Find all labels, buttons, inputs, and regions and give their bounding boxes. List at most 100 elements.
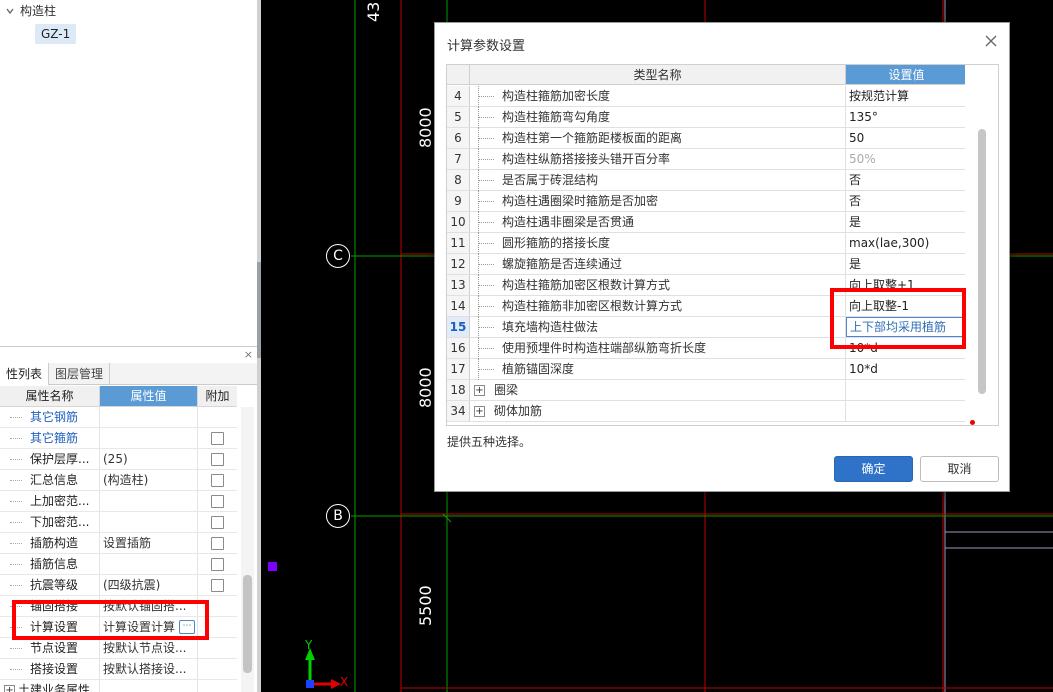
extra-checkbox[interactable] [211, 473, 224, 487]
param-value[interactable]: 135° [846, 107, 967, 127]
row-number[interactable]: 7 [447, 149, 470, 169]
property-value[interactable]: 按默认搭接设... [100, 659, 198, 679]
params-row[interactable]: 8 是否属于砖混结构 否 [447, 170, 967, 191]
property-row[interactable]: 下加密范... [0, 512, 237, 533]
header-extra[interactable]: 附加 [198, 386, 237, 406]
expand-icon[interactable]: + [474, 385, 485, 396]
property-value[interactable] [100, 680, 198, 692]
property-row[interactable]: 其它钢筋 [0, 407, 237, 428]
property-scrollbar-thumb[interactable] [243, 575, 252, 673]
property-name: 节点设置 [0, 638, 100, 658]
param-value[interactable]: 是 [846, 254, 967, 274]
property-row[interactable]: 插筋信息 [0, 554, 237, 575]
params-row[interactable]: 11 圆形箍筋的搭接长度 max(lae,300) [447, 233, 967, 254]
param-value[interactable]: 是 [846, 212, 967, 232]
property-value-label: (25) [103, 452, 128, 466]
params-row[interactable]: 12 螺旋箍筋是否连续通过 是 [447, 254, 967, 275]
row-number[interactable]: 13 [447, 275, 470, 295]
row-number[interactable]: 18 [447, 380, 470, 400]
extra-checkbox[interactable] [211, 536, 224, 550]
property-row[interactable]: + 土建业务属性 [0, 680, 237, 692]
param-name-label: 构造柱箍筋弯勾角度 [502, 110, 611, 124]
row-number[interactable]: 17 [447, 359, 470, 379]
header-property-name[interactable]: 属性名称 [0, 386, 100, 406]
property-value[interactable] [100, 512, 198, 532]
param-value[interactable] [846, 380, 967, 400]
extra-checkbox[interactable] [211, 578, 224, 592]
dialog-hint: 提供五种选择。 [447, 435, 532, 449]
tab-layer-management[interactable]: 图层管理 [49, 363, 111, 385]
params-row[interactable]: 4 构造柱箍筋加密长度 按规范计算 [447, 86, 967, 107]
chevron-down-icon[interactable] [4, 5, 16, 17]
row-number[interactable]: 10 [447, 212, 470, 232]
header-setting-value[interactable]: 设置值 [846, 65, 967, 84]
row-number[interactable]: 11 [447, 233, 470, 253]
property-value[interactable] [100, 428, 198, 448]
property-value[interactable]: 按默认节点设... [100, 638, 198, 658]
property-row[interactable]: 节点设置 按默认节点设... [0, 638, 237, 659]
row-number[interactable]: 8 [447, 170, 470, 190]
params-row[interactable]: 34 + 砌体加筋 [447, 401, 967, 422]
tree-leaf-gz-1[interactable]: GZ-1 [35, 24, 77, 44]
property-row[interactable]: 汇总信息 (构造柱) [0, 470, 237, 491]
param-value[interactable]: max(lae,300) [846, 233, 967, 253]
axis-bubble-c[interactable]: C [326, 244, 350, 268]
row-number[interactable]: 15 [447, 317, 470, 337]
extra-checkbox[interactable] [211, 515, 224, 529]
params-row[interactable]: 18 + 圈梁 [447, 380, 967, 401]
param-value[interactable]: 50% [846, 149, 967, 169]
property-value[interactable]: (25) [100, 449, 198, 469]
cancel-button[interactable]: 取消 [920, 456, 999, 482]
expand-icon[interactable]: + [474, 406, 485, 417]
param-value[interactable] [846, 401, 967, 421]
row-number[interactable]: 5 [447, 107, 470, 127]
property-value[interactable]: (四级抗震) [100, 575, 198, 595]
param-value[interactable]: 否 [846, 170, 967, 190]
params-row[interactable]: 7 构造柱纵筋搭接接头错开百分率 50% [447, 149, 967, 170]
property-row[interactable]: 插筋构造 设置插筋 [0, 533, 237, 554]
tab-property-list[interactable]: 性列表 [0, 363, 50, 385]
param-value[interactable]: 10*d [846, 359, 967, 379]
row-number[interactable]: 4 [447, 86, 470, 106]
header-property-value[interactable]: 属性值 [100, 386, 198, 406]
row-number[interactable]: 14 [447, 296, 470, 316]
params-row[interactable]: 17 植筋锚固深度 10*d [447, 359, 967, 380]
extra-checkbox[interactable] [211, 452, 224, 466]
params-row[interactable]: 10 构造柱遇非圈梁是否贯通 是 [447, 212, 967, 233]
property-value[interactable] [100, 491, 198, 511]
property-row[interactable]: 抗震等级 (四级抗震) [0, 575, 237, 596]
property-row[interactable]: 其它箍筋 [0, 428, 237, 449]
property-value[interactable]: 设置插筋 [100, 533, 198, 553]
close-icon[interactable]: × [244, 349, 253, 361]
tree-node-root[interactable]: 构造柱 [4, 2, 56, 19]
ok-button[interactable]: 确定 [834, 456, 913, 482]
property-row[interactable]: 保护层厚... (25) [0, 449, 237, 470]
property-row[interactable]: 上加密范... [0, 491, 237, 512]
row-number[interactable]: 6 [447, 128, 470, 148]
param-value[interactable]: 否 [846, 191, 967, 211]
row-number[interactable]: 34 [447, 401, 470, 421]
extra-checkbox[interactable] [211, 431, 224, 445]
property-value[interactable] [100, 407, 198, 427]
row-number[interactable]: 9 [447, 191, 470, 211]
property-name: 下加密范... [0, 512, 100, 532]
close-icon[interactable] [983, 33, 999, 49]
params-row[interactable]: 9 构造柱遇圈梁时箍筋是否加密 否 [447, 191, 967, 212]
param-value[interactable]: 按规范计算 [846, 86, 967, 106]
extra-checkbox[interactable] [211, 557, 224, 571]
params-row[interactable]: 6 构造柱第一个箍筋距楼板面的距离 50 [447, 128, 967, 149]
property-name-label: 其它钢筋 [30, 410, 79, 424]
header-type-name[interactable]: 类型名称 [470, 65, 846, 84]
expand-icon[interactable]: + [4, 685, 15, 692]
param-value[interactable]: 50 [846, 128, 967, 148]
row-number[interactable]: 12 [447, 254, 470, 274]
params-row[interactable]: 5 构造柱箍筋弯勾角度 135° [447, 107, 967, 128]
row-number[interactable]: 16 [447, 338, 470, 358]
property-value[interactable] [100, 554, 198, 574]
property-value[interactable]: (构造柱) [100, 470, 198, 490]
extra-checkbox[interactable] [211, 494, 224, 508]
axis-bubble-b[interactable]: B [326, 504, 350, 528]
property-row[interactable]: 搭接设置 按默认搭接设... [0, 659, 237, 680]
property-extra [198, 533, 237, 553]
params-grid-scrollbar-thumb[interactable] [978, 129, 986, 394]
